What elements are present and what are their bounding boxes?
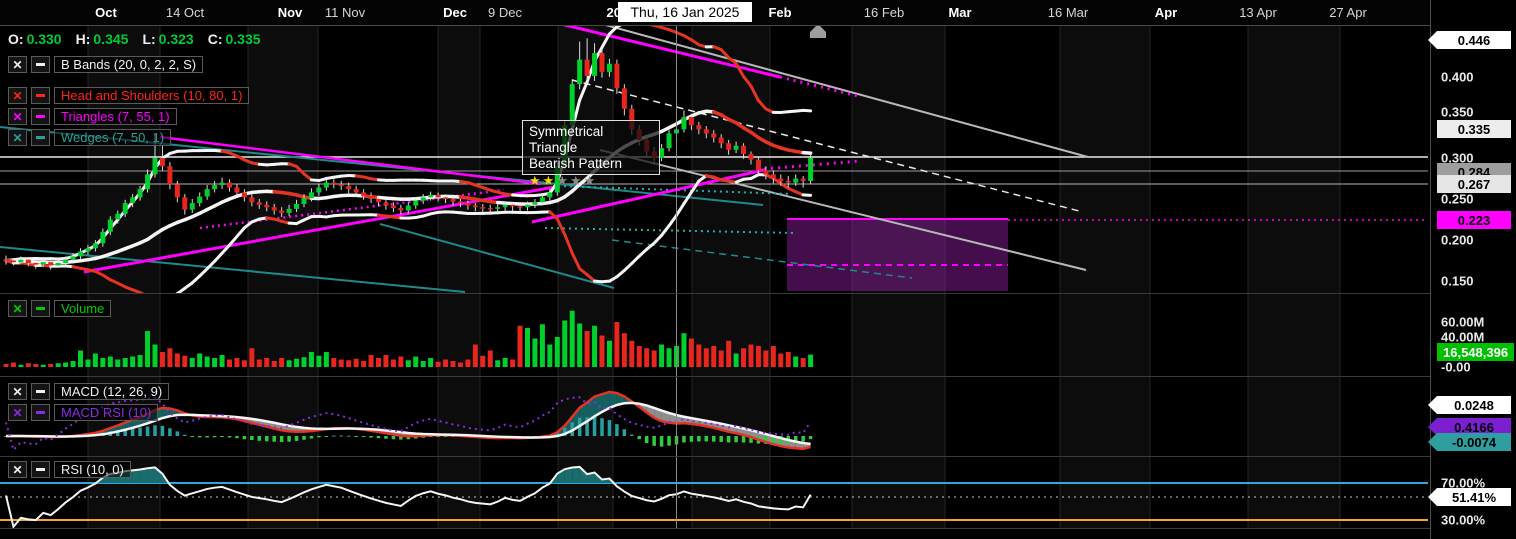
low-value: 0.323 <box>159 31 194 47</box>
price-level-chip: 0.446 <box>1437 31 1511 49</box>
close-label: C: <box>208 31 223 47</box>
time-axis-label: 14 Oct <box>166 5 204 20</box>
star-empty-icon: ★ <box>570 173 584 188</box>
remove-icon[interactable]: ✕ <box>8 129 27 146</box>
minimize-icon[interactable] <box>31 129 50 146</box>
pattern-tooltip-line2: Bearish Pattern <box>529 156 653 172</box>
pattern-tooltip-line1: Symmetrical Triangle <box>529 124 653 156</box>
volume-tick: -0.00 <box>1441 360 1471 375</box>
legend-row-rsi: ✕ RSI (10, 0) <box>8 461 131 478</box>
pane-divider[interactable] <box>0 456 1516 457</box>
indicator-label-wedges[interactable]: Wedges (7, 50, 1) <box>54 129 171 146</box>
pattern-tooltip: Symmetrical Triangle Bearish Pattern ★★★… <box>522 120 660 175</box>
legend-row-bbands: ✕ B Bands (20, 0, 2, 2, S) <box>8 56 203 73</box>
time-axis-label: 13 Apr <box>1239 5 1277 20</box>
price-tick: 0.350 <box>1441 105 1474 120</box>
star-empty-icon: ★ <box>584 173 598 188</box>
indicator-label-head-shoulders[interactable]: Head and Shoulders (10, 80, 1) <box>54 87 249 104</box>
high-label: H: <box>76 31 91 47</box>
indicator-label-triangles[interactable]: Triangles (7, 55, 1) <box>54 108 177 125</box>
arrow-left-icon <box>1428 396 1437 414</box>
pane-divider[interactable] <box>0 293 1516 294</box>
remove-icon[interactable]: ✕ <box>8 108 27 125</box>
remove-icon[interactable]: ✕ <box>8 56 27 73</box>
pane-divider[interactable] <box>0 376 1516 377</box>
price-level-chip: 0.223 <box>1437 211 1511 229</box>
minimize-icon[interactable] <box>31 383 50 400</box>
indicator-label-bbands[interactable]: B Bands (20, 0, 2, 2, S) <box>54 56 203 73</box>
minimize-icon[interactable] <box>31 404 50 421</box>
rsi-tick: 30.00% <box>1441 513 1485 528</box>
time-axis-label: Oct <box>95 5 117 20</box>
remove-icon[interactable]: ✕ <box>8 87 27 104</box>
indicator-label-rsi[interactable]: RSI (10, 0) <box>54 461 131 478</box>
time-axis[interactable]: Oct14 OctNov11 NovDec9 Dec2025JanFeb16 F… <box>0 0 1430 26</box>
low-label: L: <box>142 31 155 47</box>
open-value: 0.330 <box>27 31 62 47</box>
charting-app: Oct14 OctNov11 NovDec9 Dec2025JanFeb16 F… <box>0 0 1516 539</box>
macd-value-chip: 0.0248 <box>1437 396 1511 414</box>
star-filled-icon: ★ <box>529 173 543 188</box>
time-axis-label: 16 Mar <box>1048 5 1088 20</box>
chart-svg[interactable] <box>0 0 1430 539</box>
close-value: 0.335 <box>225 31 260 47</box>
time-axis-label: Nov <box>278 5 303 20</box>
time-axis-label: Apr <box>1155 5 1177 20</box>
legend-row-macd-rsi: ✕ MACD RSI (10) <box>8 404 158 421</box>
indicator-label-macd[interactable]: MACD (12, 26, 9) <box>54 383 169 400</box>
star-filled-icon: ★ <box>543 173 557 188</box>
legend-row-macd: ✕ MACD (12, 26, 9) <box>8 383 169 400</box>
rsi-value-chip: 51.41% <box>1437 488 1511 506</box>
pattern-marker-icon[interactable] <box>810 24 826 38</box>
ohlc-legend: O:0.330 H:0.345 L:0.323 C:0.335 <box>8 31 261 47</box>
volume-tick: 60.00M <box>1441 315 1484 330</box>
price-tick: 0.150 <box>1441 274 1474 289</box>
star-rating: ★★★★★ <box>529 173 653 189</box>
legend-row-volume: ✕ Volume <box>8 300 111 317</box>
arrow-left-icon <box>1428 433 1437 451</box>
minimize-icon[interactable] <box>31 108 50 125</box>
price-tick: 0.250 <box>1441 192 1474 207</box>
arrow-left-icon <box>1428 31 1437 49</box>
price-axis[interactable]: 0.4000.3500.3000.2500.2000.1500.4460.335… <box>1430 0 1516 539</box>
legend-row-triangles: ✕ Triangles (7, 55, 1) <box>8 108 177 125</box>
price-level-chip: 0.335 <box>1437 120 1511 138</box>
star-empty-icon: ★ <box>556 173 570 188</box>
remove-icon[interactable]: ✕ <box>8 461 27 478</box>
minimize-icon[interactable] <box>31 300 50 317</box>
minimize-icon[interactable] <box>31 56 50 73</box>
remove-icon[interactable]: ✕ <box>8 404 27 421</box>
legend-row-wedges: ✕ Wedges (7, 50, 1) <box>8 129 171 146</box>
price-tick: 0.400 <box>1441 70 1474 85</box>
open-label: O: <box>8 31 24 47</box>
price-tick: 0.200 <box>1441 233 1474 248</box>
pane-divider[interactable] <box>0 528 1516 529</box>
time-axis-label: 16 Feb <box>864 5 904 20</box>
indicator-label-macd-rsi[interactable]: MACD RSI (10) <box>54 404 158 421</box>
minimize-icon[interactable] <box>31 87 50 104</box>
minimize-icon[interactable] <box>31 461 50 478</box>
time-axis-label: Feb <box>768 5 791 20</box>
remove-icon[interactable]: ✕ <box>8 300 27 317</box>
chart-canvas[interactable] <box>0 0 1430 539</box>
legend-row-head-shoulders: ✕ Head and Shoulders (10, 80, 1) <box>8 87 249 104</box>
crosshair-date-tooltip: Thu, 16 Jan 2025 <box>618 2 752 22</box>
time-axis-label: Dec <box>443 5 467 20</box>
time-axis-label: 9 Dec <box>488 5 522 20</box>
remove-icon[interactable]: ✕ <box>8 383 27 400</box>
indicator-label-volume[interactable]: Volume <box>54 300 111 317</box>
arrow-left-icon <box>1428 488 1437 506</box>
price-level-chip: 0.267 <box>1437 175 1511 193</box>
time-axis-label: Mar <box>948 5 971 20</box>
time-axis-label: 27 Apr <box>1329 5 1367 20</box>
high-value: 0.345 <box>93 31 128 47</box>
macd-value-chip: -0.0074 <box>1437 433 1511 451</box>
time-axis-label: 11 Nov <box>325 5 365 20</box>
volume-value-chip: 16,548,396 <box>1437 343 1514 361</box>
